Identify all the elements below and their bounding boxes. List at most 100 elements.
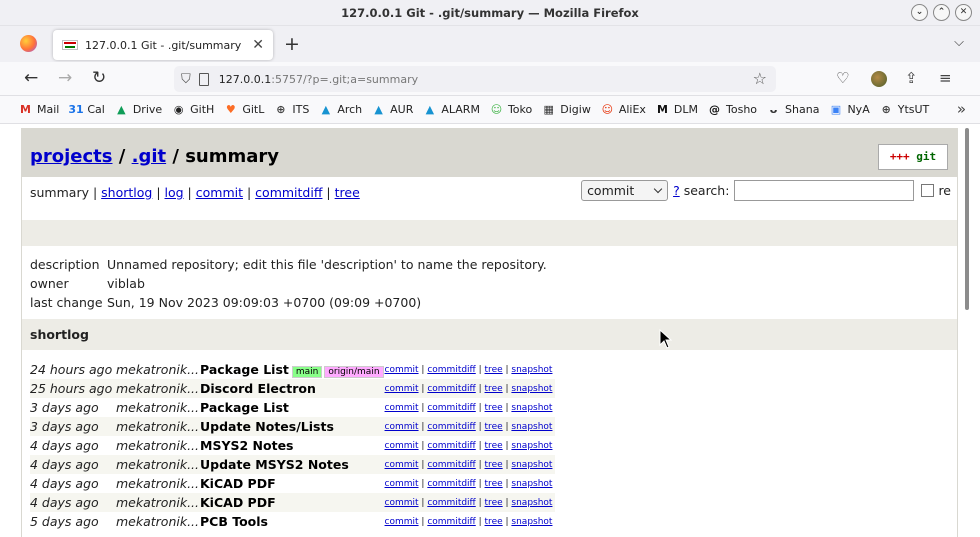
action-tree-link[interactable]: tree [485, 498, 503, 508]
bookmark-mail[interactable]: M Mail [18, 102, 59, 117]
action-snapshot-link[interactable]: snapshot [511, 479, 552, 489]
tracking-shield-icon[interactable]: ⛉ [181, 72, 191, 87]
bookmark-ytsut[interactable]: ⊕ YtsUT [879, 102, 930, 117]
extensions-icon[interactable]: ⇪ [905, 69, 918, 87]
action-snapshot-link[interactable]: snapshot [511, 460, 552, 470]
bookmark-drive[interactable]: ▲ Drive [114, 102, 162, 117]
bookmark-arch[interactable]: ▲ Arch [318, 102, 363, 117]
new-tab-button[interactable]: + [284, 33, 300, 55]
action-commitdiff-link[interactable]: commitdiff [427, 422, 475, 432]
commit-subject-link[interactable]: MSYS2 Notes [200, 438, 294, 453]
regex-checkbox[interactable] [921, 184, 935, 197]
bookmark-digiw[interactable]: ▦ Digiw [541, 102, 591, 117]
bookmark-cal[interactable]: 31 Cal [68, 102, 104, 117]
firefox-icon[interactable] [20, 35, 37, 52]
commit-subject-link[interactable]: Update MSYS2 Notes [200, 457, 349, 472]
action-snapshot-link[interactable]: snapshot [511, 384, 552, 394]
more-bookmarks-icon[interactable]: » [957, 100, 966, 118]
action-snapshot-link[interactable]: snapshot [511, 365, 552, 375]
bookmark-alarm[interactable]: ▲ ALARM [422, 102, 480, 117]
action-commit-link[interactable]: commit [385, 517, 419, 527]
bookmark-its[interactable]: ⊕ ITS [273, 102, 309, 117]
action-commit-link[interactable]: commit [385, 403, 419, 413]
bookmark-aliex[interactable]: ☺ AliEx [600, 102, 646, 117]
bookmark-gith[interactable]: ◉ GitH [171, 102, 214, 117]
action-commitdiff-link[interactable]: commitdiff [427, 498, 475, 508]
close-window-button[interactable]: ✕ [955, 4, 972, 21]
commit-subject-link[interactable]: KiCAD PDF [200, 476, 276, 491]
list-all-tabs-button[interactable]: ⌵ [954, 35, 964, 50]
ref-tag-badge[interactable]: main [291, 366, 323, 378]
search-help-link[interactable]: ? [673, 183, 680, 198]
action-commit-link[interactable]: commit [385, 460, 419, 470]
maximize-button[interactable]: ⌃ [933, 4, 950, 21]
action-snapshot-link[interactable]: snapshot [511, 498, 552, 508]
action-commit-link[interactable]: commit [385, 384, 419, 394]
action-snapshot-link[interactable]: snapshot [511, 517, 552, 527]
tab-git-summary[interactable]: 127.0.0.1 Git - .git/summary ✕ [53, 30, 273, 60]
back-button[interactable]: ← [24, 68, 38, 88]
action-snapshot-link[interactable]: snapshot [511, 403, 552, 413]
action-tree-link[interactable]: tree [485, 403, 503, 413]
nav-shortlog[interactable]: shortlog [101, 185, 152, 200]
action-tree-link[interactable]: tree [485, 460, 503, 470]
nav-log[interactable]: log [165, 185, 184, 200]
bookmark-aur[interactable]: ▲ AUR [371, 102, 413, 117]
action-commit-link[interactable]: commit [385, 479, 419, 489]
action-tree-link[interactable]: tree [485, 384, 503, 394]
page-info-icon[interactable] [198, 72, 209, 86]
scrollbar-thumb[interactable] [965, 128, 969, 310]
nav-tree[interactable]: tree [335, 185, 360, 200]
action-commitdiff-link[interactable]: commitdiff [427, 479, 475, 489]
forward-button[interactable]: → [58, 68, 72, 88]
shortlog-header[interactable]: shortlog [22, 319, 957, 350]
action-tree-link[interactable]: tree [485, 422, 503, 432]
action-commitdiff-link[interactable]: commitdiff [427, 365, 475, 375]
action-tree-link[interactable]: tree [485, 441, 503, 451]
action-tree-link[interactable]: tree [485, 479, 503, 489]
git-logo[interactable]: +++ git [878, 144, 948, 170]
action-commit-link[interactable]: commit [385, 498, 419, 508]
ref-tag-badge[interactable]: origin/main [324, 366, 384, 378]
menu-icon[interactable]: ≡ [939, 69, 952, 87]
projects-link[interactable]: projects [30, 146, 113, 167]
action-snapshot-link[interactable]: snapshot [511, 441, 552, 451]
url-bar[interactable]: ⛉ 127.0.0.1:5757/?p=.git;a=summary ☆ [174, 66, 776, 92]
page-scrollbar[interactable] [964, 124, 980, 537]
action-commitdiff-link[interactable]: commitdiff [427, 441, 475, 451]
action-commitdiff-link[interactable]: commitdiff [427, 403, 475, 413]
commit-subject-link[interactable]: Update Notes/Lists [200, 419, 334, 434]
commit-subject-link[interactable]: PCB Tools [200, 514, 268, 529]
action-commit-link[interactable]: commit [385, 422, 419, 432]
pocket-icon[interactable]: ♡ [836, 69, 849, 87]
bookmark-star-icon[interactable]: ☆ [753, 69, 767, 88]
minimize-button[interactable]: ⌄ [911, 4, 928, 21]
search-type-select[interactable]: commit [581, 180, 669, 201]
search-input[interactable] [734, 180, 915, 201]
commit-subject-link[interactable]: Package List [200, 362, 289, 377]
bookmark-dlm[interactable]: M DLM [655, 102, 698, 117]
url-text[interactable]: 127.0.0.1:5757/?p=.git;a=summary [219, 73, 418, 86]
bookmark-toko[interactable]: ☺ Toko [489, 102, 533, 117]
bookmark-shana[interactable]: ᴗ Shana [766, 102, 820, 117]
action-commitdiff-link[interactable]: commitdiff [427, 460, 475, 470]
bookmark-nya[interactable]: ▣ NyA [828, 102, 870, 117]
account-avatar[interactable] [871, 71, 887, 87]
action-tree-link[interactable]: tree [485, 517, 503, 527]
bookmark-tosho[interactable]: @ Tosho [707, 102, 757, 117]
bookmark-gitl[interactable]: ♥ GitL [223, 102, 264, 117]
commit-subject-link[interactable]: KiCAD PDF [200, 495, 276, 510]
commit-subject-link[interactable]: Discord Electron [200, 381, 316, 396]
action-tree-link[interactable]: tree [485, 365, 503, 375]
action-snapshot-link[interactable]: snapshot [511, 422, 552, 432]
close-tab-icon[interactable]: ✕ [252, 37, 264, 53]
action-commit-link[interactable]: commit [385, 365, 419, 375]
action-commitdiff-link[interactable]: commitdiff [427, 517, 475, 527]
nav-commitdiff[interactable]: commitdiff [255, 185, 322, 200]
action-commit-link[interactable]: commit [385, 441, 419, 451]
reload-button[interactable]: ↻ [92, 68, 106, 88]
action-commitdiff-link[interactable]: commitdiff [427, 384, 475, 394]
commit-subject-link[interactable]: Package List [200, 400, 289, 415]
nav-commit[interactable]: commit [196, 185, 243, 200]
repo-link[interactable]: .git [132, 146, 167, 167]
